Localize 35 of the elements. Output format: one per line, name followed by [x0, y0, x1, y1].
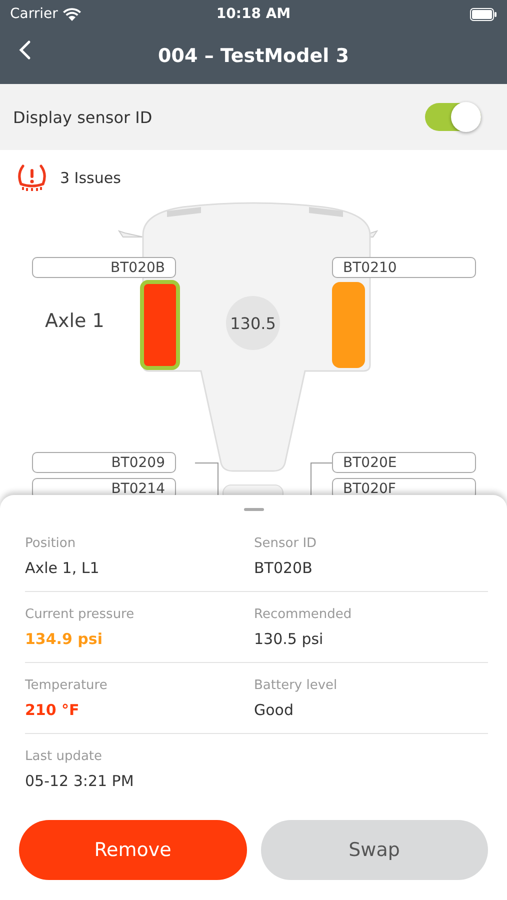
field-label: Battery level	[254, 678, 338, 692]
field-value: Axle 1, L1	[25, 558, 100, 576]
sensor-id-tag: BT0210	[332, 257, 476, 278]
leader-line	[310, 462, 334, 497]
battery-icon	[470, 8, 497, 20]
field-label: Recommended	[254, 606, 353, 622]
tire[interactable]	[140, 280, 180, 370]
status-time: 10:18 AM	[216, 6, 291, 22]
sensor-id-tag: BT0209	[32, 452, 176, 473]
leader-line	[195, 462, 219, 497]
field-value: 210 °F	[25, 700, 80, 718]
tire-warning-icon	[16, 164, 48, 192]
field-label: Sensor ID	[254, 536, 318, 550]
field-label: Current pressure	[25, 606, 136, 622]
field-value: 134.9 psi	[25, 630, 104, 648]
tire[interactable]	[332, 282, 365, 368]
toggle-label: Display sensor ID	[13, 108, 152, 126]
sensor-id-switch[interactable]	[425, 103, 481, 131]
issues-count: 3 Issues	[60, 168, 121, 186]
field-value: Good	[254, 700, 294, 718]
field-label: Last update	[25, 749, 104, 764]
drag-handle[interactable]	[244, 508, 264, 511]
field-value: 130.5 psi	[254, 630, 324, 648]
field-value: BT020B	[254, 558, 314, 576]
carrier-name: Carrier	[10, 6, 58, 22]
field-value: 05-12 3:21 PM	[25, 772, 135, 790]
swap-button[interactable]: Swap	[260, 820, 488, 880]
screen-title: 004 – TestModel 3	[158, 45, 349, 67]
sensor-id-tag: BT020E	[332, 452, 476, 473]
remove-button[interactable]: Remove	[19, 820, 246, 880]
field-label: Position	[25, 536, 77, 550]
wifi-icon	[62, 8, 81, 20]
field-label: Temperature	[25, 678, 108, 692]
sensor-id-tag: BT020B	[32, 257, 176, 278]
axle-label: Axle 1	[45, 310, 104, 332]
